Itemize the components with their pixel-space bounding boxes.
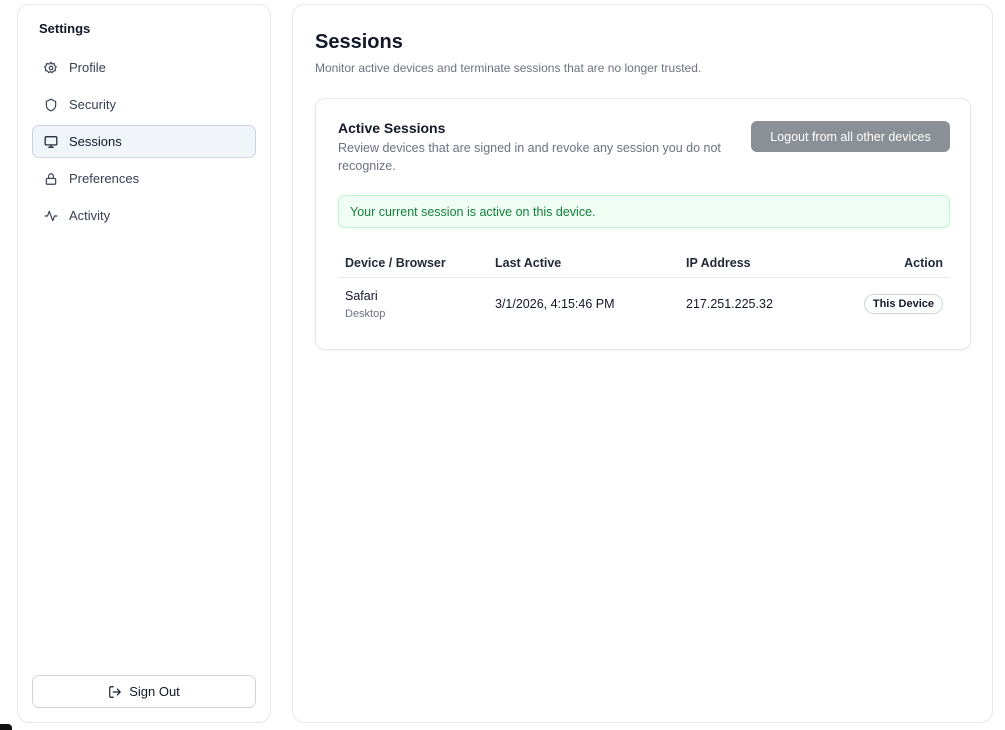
action-cell: This Device	[836, 294, 950, 314]
sidebar-nav: Profile Security Sessions Preferences Ac…	[32, 51, 256, 236]
sidebar-item-activity[interactable]: Activity	[32, 199, 256, 232]
sidebar-item-preferences[interactable]: Preferences	[32, 162, 256, 195]
card-subtitle: Review devices that are signed in and re…	[338, 141, 721, 173]
sign-out-label: Sign Out	[129, 684, 180, 699]
sign-out-button[interactable]: Sign Out	[32, 675, 256, 708]
sign-out-icon	[108, 685, 122, 699]
main-panel: Sessions Monitor active devices and term…	[292, 4, 993, 723]
current-session-alert: Your current session is active on this d…	[338, 195, 950, 228]
shield-icon	[44, 98, 58, 112]
column-header-device: Device / Browser	[345, 256, 446, 270]
table-row: Safari Desktop 3/1/2026, 4:15:46 PM 217.…	[338, 278, 950, 330]
sidebar-item-profile[interactable]: Profile	[32, 51, 256, 84]
sidebar-item-label: Preferences	[69, 171, 140, 186]
column-header-last-active: Last Active	[495, 256, 562, 270]
activity-icon	[44, 209, 58, 223]
column-header-action: Action	[904, 256, 943, 270]
page-subtitle: Monitor active devices and terminate ses…	[315, 61, 702, 75]
device-cell: Safari Desktop	[338, 289, 495, 320]
sidebar-item-label: Profile	[69, 60, 106, 75]
sidebar-item-label: Security	[69, 97, 116, 112]
last-active-cell: 3/1/2026, 4:15:46 PM	[495, 297, 615, 311]
sidebar-item-security[interactable]: Security	[32, 88, 256, 121]
sessions-table: Device / Browser Last Active IP Address …	[338, 249, 950, 330]
settings-sidebar: Settings Profile Security Sessions Prefe…	[17, 4, 271, 723]
table-header: Device / Browser Last Active IP Address …	[338, 249, 950, 278]
device-type: Desktop	[345, 307, 386, 320]
gear-icon	[44, 61, 58, 75]
this-device-badge: This Device	[863, 294, 943, 314]
monitor-icon	[44, 135, 58, 149]
logout-all-devices-button[interactable]: Logout from all other devices	[751, 121, 950, 152]
ip-address-cell: 217.251.225.32	[686, 297, 773, 311]
corner-mark	[0, 724, 12, 730]
column-header-ip: IP Address	[686, 256, 751, 270]
sidebar-item-sessions[interactable]: Sessions	[32, 125, 256, 158]
sidebar-item-label: Sessions	[69, 134, 122, 149]
card-title: Active Sessions	[338, 120, 446, 136]
lock-icon	[44, 172, 58, 186]
sidebar-title: Settings	[39, 21, 91, 36]
active-sessions-card: Active Sessions Review devices that are …	[315, 98, 971, 350]
browser-name: Safari	[345, 288, 378, 303]
sidebar-item-label: Activity	[69, 208, 111, 223]
page-title: Sessions	[315, 31, 403, 53]
